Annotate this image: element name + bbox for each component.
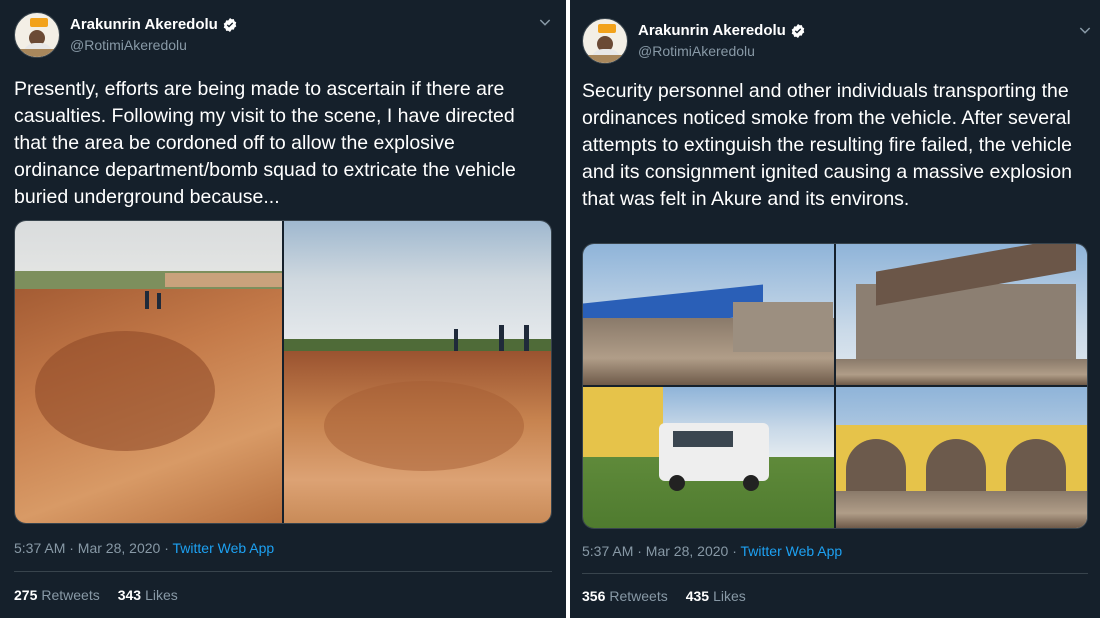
tweet-stats: 275 Retweets 343 Likes [14, 587, 178, 603]
photo-crater-2[interactable] [284, 221, 551, 523]
media-grid [14, 220, 552, 524]
chevron-down-icon[interactable] [1077, 22, 1093, 38]
likes-stat[interactable]: 343 Likes [118, 587, 178, 603]
timestamp-text[interactable]: 5:37 AM · Mar 28, 2020 · [582, 543, 741, 559]
photo-damaged-vehicle[interactable] [583, 387, 834, 528]
photo-damaged-building-1[interactable] [583, 244, 834, 385]
photo-damaged-building-2[interactable] [836, 244, 1087, 385]
likes-stat[interactable]: 435 Likes [686, 588, 746, 604]
author-handle[interactable]: @RotimiAkeredolu [638, 41, 806, 61]
avatar[interactable] [14, 12, 60, 58]
source-app-link[interactable]: Twitter Web App [741, 543, 843, 559]
tweet-stats: 356 Retweets 435 Likes [582, 588, 746, 604]
retweets-stat[interactable]: 356 Retweets [582, 588, 668, 604]
divider [582, 573, 1088, 574]
likes-label: Likes [713, 588, 746, 604]
tweet-1: Arakunrin Akeredolu @RotimiAkeredolu Pre… [0, 0, 566, 618]
photo-damaged-arcade[interactable] [836, 387, 1087, 528]
divider [14, 571, 552, 572]
avatar[interactable] [582, 18, 628, 64]
tweet-text: Security personnel and other individuals… [582, 80, 1078, 210]
tweet-timestamp[interactable]: 5:37 AM · Mar 28, 2020 · Twitter Web App [582, 543, 842, 559]
likes-label: Likes [145, 587, 178, 603]
verified-badge-icon [791, 24, 805, 38]
photo-crater-1[interactable] [15, 221, 282, 523]
tweet-text: Presently, efforts are being made to asc… [14, 78, 522, 208]
retweets-stat[interactable]: 275 Retweets [14, 587, 100, 603]
retweets-count: 356 [582, 588, 606, 604]
tweet-header: Arakunrin Akeredolu @RotimiAkeredolu [582, 18, 806, 64]
author-handle[interactable]: @RotimiAkeredolu [70, 35, 238, 55]
retweets-label: Retweets [609, 588, 668, 604]
author-name[interactable]: Arakunrin Akeredolu [70, 15, 218, 35]
retweets-count: 275 [14, 587, 38, 603]
source-app-link[interactable]: Twitter Web App [173, 540, 275, 556]
tweet-header: Arakunrin Akeredolu @RotimiAkeredolu [14, 12, 238, 58]
likes-count: 435 [685, 588, 710, 604]
timestamp-text[interactable]: 5:37 AM · Mar 28, 2020 · [14, 540, 173, 556]
author-name[interactable]: Arakunrin Akeredolu [638, 21, 786, 41]
retweets-label: Retweets [41, 587, 100, 603]
tweet-timestamp[interactable]: 5:37 AM · Mar 28, 2020 · Twitter Web App [14, 540, 274, 556]
media-grid [582, 243, 1088, 529]
tweet-2: Arakunrin Akeredolu @RotimiAkeredolu Sec… [566, 0, 1100, 618]
chevron-down-icon[interactable] [537, 14, 553, 30]
likes-count: 343 [117, 587, 142, 603]
verified-badge-icon [223, 18, 237, 32]
